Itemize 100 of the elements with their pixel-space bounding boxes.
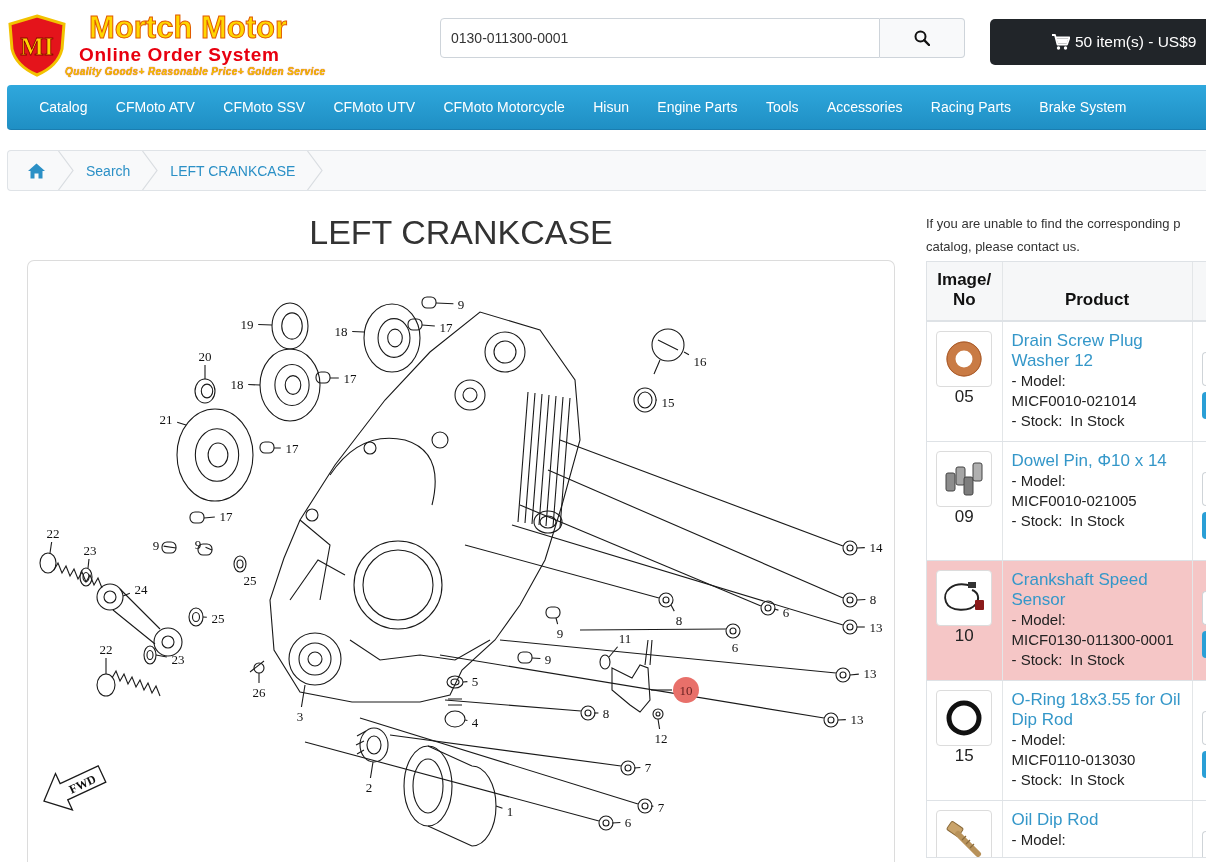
search-button[interactable] bbox=[880, 18, 965, 58]
part-number-callout[interactable]: 5 bbox=[462, 673, 479, 689]
part-number-callout[interactable]: 9 bbox=[555, 617, 564, 641]
part-number-callout[interactable]: 25 bbox=[241, 570, 257, 588]
part-number-callout[interactable]: 2 bbox=[365, 761, 374, 795]
part-number-callout[interactable]: 22 bbox=[99, 641, 113, 675]
part-number-callout[interactable]: 16 bbox=[683, 351, 707, 369]
part-number-callout[interactable]: 9 bbox=[531, 651, 552, 667]
part-number-callout[interactable]: 13 bbox=[856, 619, 883, 635]
part-number-callout[interactable]: 8 bbox=[593, 705, 610, 721]
model-number: MICF0110-013030 bbox=[1011, 750, 1137, 770]
drain-plug bbox=[444, 698, 466, 728]
stock-label: - Stock: bbox=[1011, 770, 1063, 790]
part-number-callout[interactable]: 7 bbox=[650, 799, 665, 815]
part-number-callout[interactable]: 23 bbox=[155, 651, 185, 667]
page-title: LEFT CRANKCASE bbox=[308, 212, 614, 252]
product-row[interactable]: 05 Drain Screw Plug Washer 12 - Model: MICF0010-021014 - Stock: In Stock bbox=[927, 321, 1206, 442]
washer-icon bbox=[944, 339, 985, 379]
product-thumbnail[interactable] bbox=[936, 690, 993, 746]
search-field[interactable]: 0130-011300-0001 bbox=[440, 18, 880, 58]
part-number-callout[interactable]: 17 bbox=[329, 370, 357, 386]
product-thumbnail[interactable] bbox=[936, 570, 993, 626]
part-number-callout[interactable]: 13 bbox=[849, 665, 877, 681]
dowel-pin bbox=[545, 606, 561, 619]
washer bbox=[188, 607, 204, 627]
part-number: 05 bbox=[953, 387, 975, 407]
part-number-callout[interactable]: 24 bbox=[122, 581, 148, 597]
part-number-callout[interactable]: 13 bbox=[837, 711, 864, 727]
part-number-callout[interactable]: 4 bbox=[464, 714, 479, 730]
bearing bbox=[194, 378, 216, 404]
part-number-callout[interactable]: 23 bbox=[83, 542, 97, 569]
part-number-callout[interactable]: 7 bbox=[633, 759, 652, 775]
product-thumbnail[interactable] bbox=[936, 451, 993, 507]
washer bbox=[79, 567, 93, 587]
part-number-callout[interactable]: 21 bbox=[159, 411, 187, 427]
part-number-callout[interactable]: 3 bbox=[296, 684, 306, 724]
part-number-callout[interactable]: 11 bbox=[608, 630, 632, 658]
part-number-callout[interactable]: 18 bbox=[230, 376, 261, 392]
part-number-callout[interactable]: 6 bbox=[773, 604, 790, 620]
dowel-pin bbox=[161, 541, 177, 554]
part-number-callout[interactable]: 22 bbox=[46, 525, 60, 554]
product-thumbnail[interactable] bbox=[936, 810, 993, 857]
model-number: MICF0010-021005 bbox=[1011, 491, 1138, 511]
column-header: Image/ No bbox=[927, 262, 1002, 321]
part-number-callout[interactable]: 9 bbox=[194, 536, 213, 552]
part-number-callout[interactable]: 9 bbox=[152, 537, 177, 553]
quantity-field[interactable] bbox=[1201, 591, 1206, 625]
home-icon[interactable] bbox=[28, 162, 45, 179]
part-number-callout[interactable]: 12 bbox=[654, 718, 668, 746]
stock-label: - Stock: bbox=[1011, 650, 1063, 670]
part-number-callout[interactable]: 14 bbox=[856, 539, 883, 555]
part-number-callout[interactable]: 15 bbox=[655, 394, 675, 410]
part-number-callout[interactable]: 8 bbox=[856, 591, 877, 607]
washer bbox=[446, 675, 464, 689]
washer bbox=[233, 555, 247, 573]
part-number-callout[interactable]: 6 bbox=[611, 814, 632, 830]
part-number-callout[interactable]: 18 bbox=[334, 323, 365, 339]
product-row[interactable]: 15 O-Ring 18x3.55 for Oil Dip Rod - Model: MICF0110-013030 - Stock: In Stock bbox=[927, 680, 1206, 801]
add-to-cart-button[interactable] bbox=[1201, 512, 1206, 539]
dowel-pin bbox=[315, 371, 331, 384]
quantity-field[interactable] bbox=[1201, 831, 1206, 857]
o-ring bbox=[599, 654, 611, 670]
quantity-field[interactable] bbox=[1201, 472, 1206, 506]
add-to-cart-button[interactable] bbox=[1201, 751, 1206, 778]
shield-icon bbox=[8, 14, 66, 77]
column-header: Product bbox=[1002, 262, 1192, 321]
product-row[interactable]: 09 Dowel Pin, Φ10 x 14 - Model: MICF0010-021005 - Stock: In Stock bbox=[927, 441, 1206, 561]
part-number-callout[interactable]: 1 bbox=[495, 803, 514, 819]
cart-button[interactable]: 50 item(s) - US$9 bbox=[990, 19, 1206, 65]
part-number-callout[interactable]: 17 bbox=[203, 508, 233, 524]
part-number-callout[interactable]: 6 bbox=[731, 637, 739, 655]
stock-label: - Stock: bbox=[1011, 511, 1063, 531]
add-to-cart-button[interactable] bbox=[1201, 392, 1206, 419]
part-number-callout[interactable]: 9 bbox=[435, 296, 465, 312]
part-number-callout[interactable]: 8 bbox=[670, 604, 683, 628]
part-number-callout[interactable]: 17 bbox=[273, 440, 299, 456]
breadcrumb-link[interactable]: Search bbox=[86, 162, 131, 179]
product-row[interactable]: Oil Dip Rod - Model: bbox=[927, 800, 1206, 857]
part-number-callout[interactable]: 26 bbox=[252, 672, 266, 700]
quantity-field[interactable] bbox=[1201, 352, 1206, 386]
model-label: - Model: bbox=[1011, 371, 1067, 391]
o-ring bbox=[633, 387, 657, 413]
dowel-pin bbox=[421, 296, 437, 309]
part-number-callout[interactable]: 25 bbox=[202, 610, 225, 626]
product-thumbnail[interactable] bbox=[936, 331, 993, 387]
part-number: 15 bbox=[953, 746, 975, 766]
model-number: MICF0130-011300-0001 bbox=[1011, 630, 1175, 650]
dowel-pin bbox=[517, 651, 533, 664]
quantity-field[interactable] bbox=[1201, 711, 1206, 745]
part-number-callout[interactable]: 19 bbox=[240, 316, 273, 332]
dowel-pin bbox=[407, 318, 423, 331]
model-number: MICF0010-021014 bbox=[1011, 391, 1138, 411]
part-number-callout[interactable]: 20 bbox=[198, 348, 212, 380]
brand-slogan: Quality Goods+ Reasonable Price+ Golden Service bbox=[65, 66, 326, 78]
model-label: - Model: bbox=[1011, 730, 1067, 750]
add-to-cart-button[interactable] bbox=[1201, 631, 1206, 658]
stock-status: In Stock bbox=[1070, 511, 1125, 531]
brand-subtitle: Online Order System bbox=[79, 44, 280, 65]
part-number-callout[interactable]: 17 bbox=[421, 319, 453, 335]
logo-initials: MI bbox=[20, 32, 54, 60]
